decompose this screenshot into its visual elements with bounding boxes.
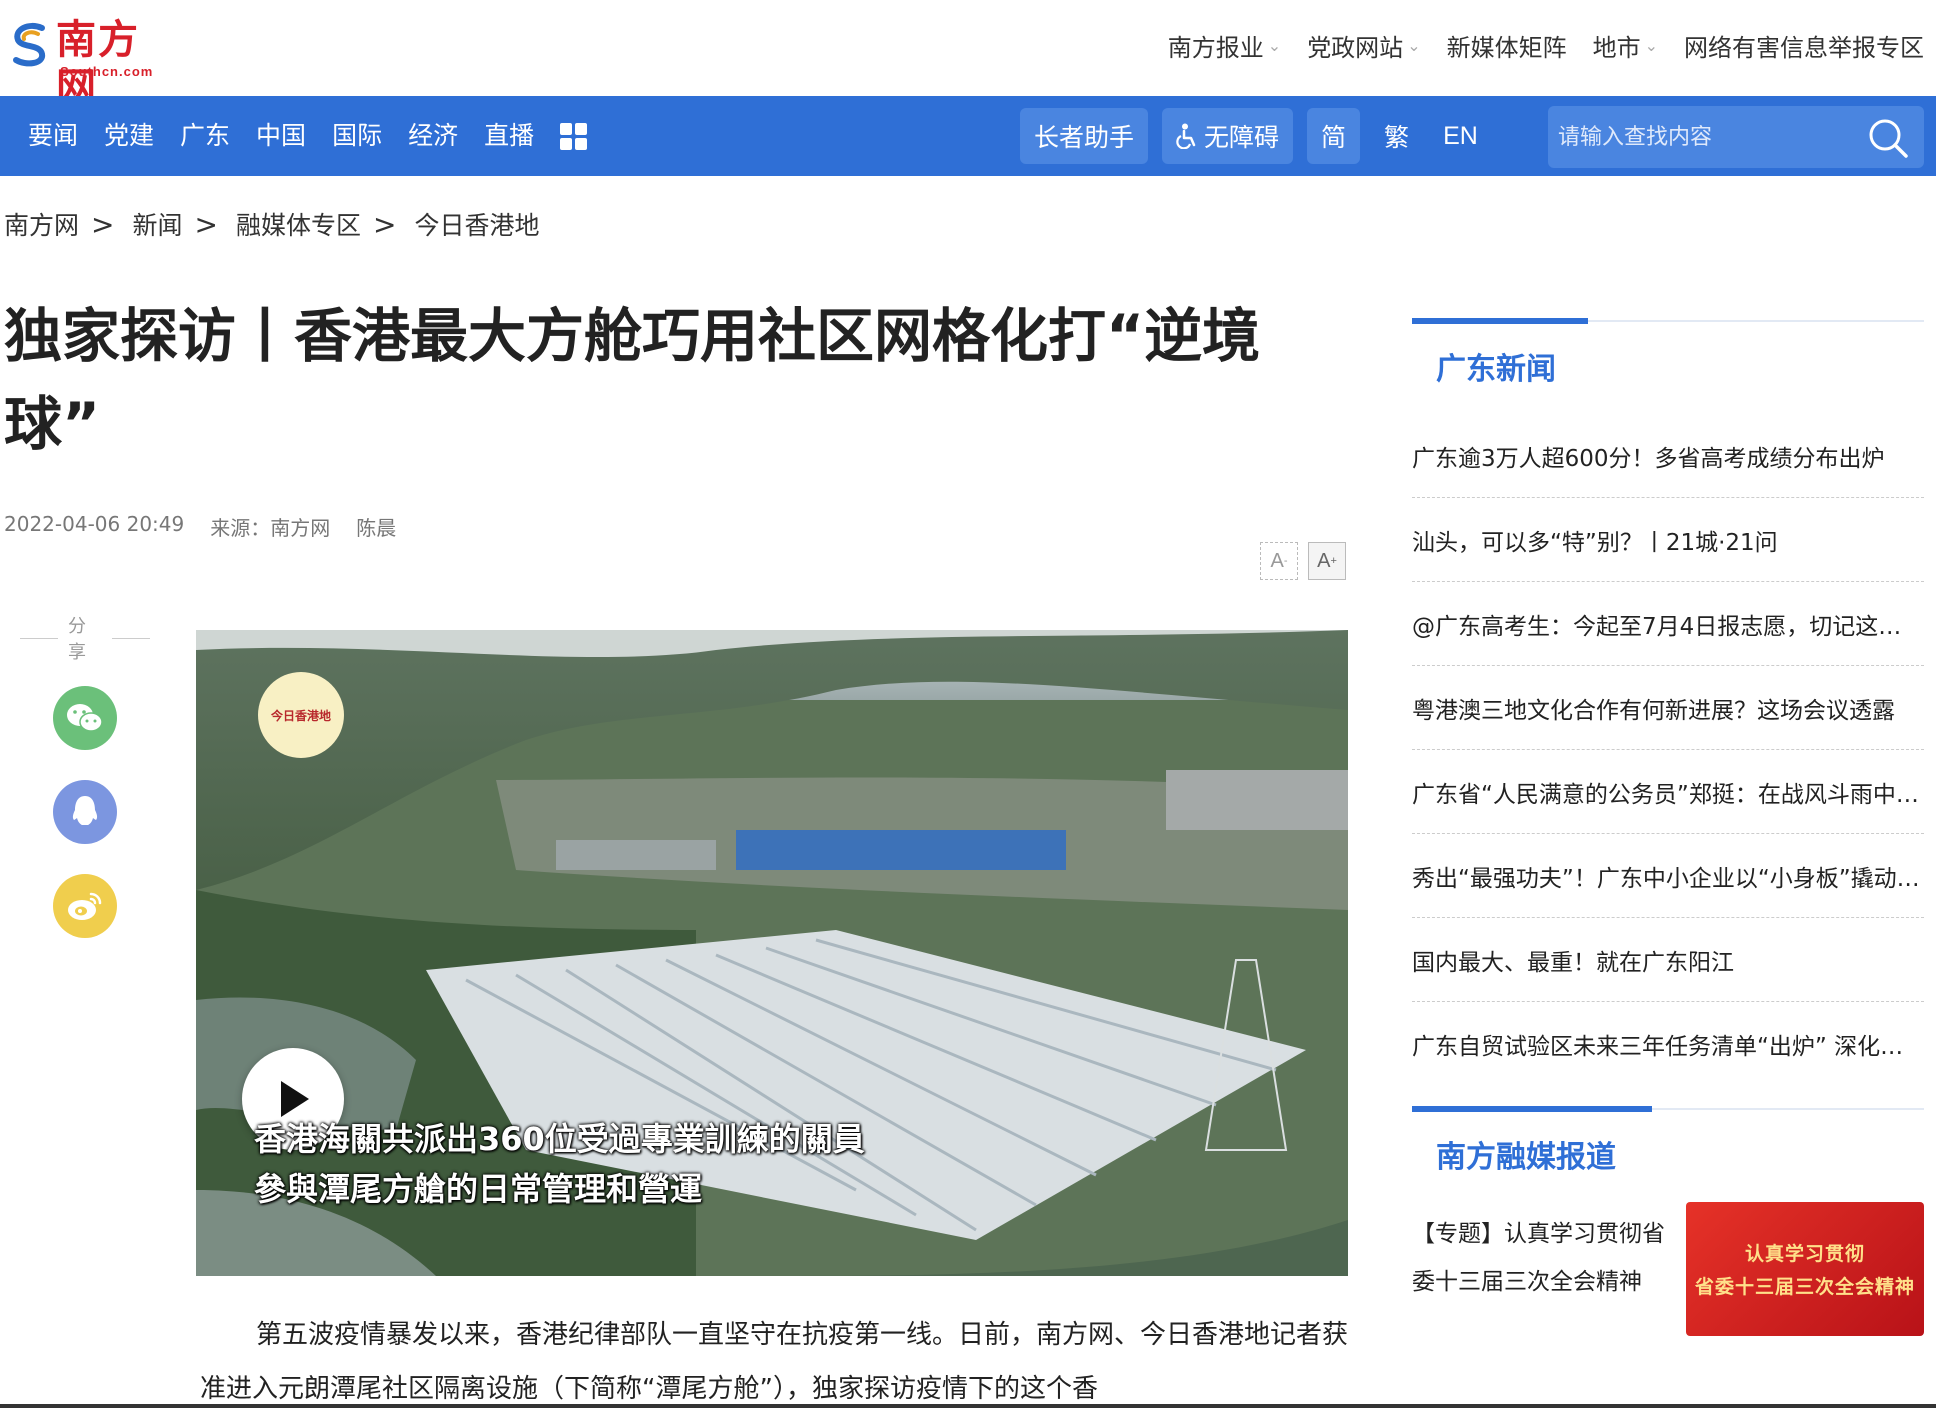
list-item[interactable]: 广东自贸试验区未来三年任务清单“出炉” 深化改革 xyxy=(1412,1002,1924,1086)
sidebar-accent-bar xyxy=(1412,318,1588,324)
list-item[interactable]: 广东逾3万人超600分！多省高考成绩分布出炉 xyxy=(1412,414,1924,498)
breadcrumb-home[interactable]: 南方网 xyxy=(4,206,79,242)
list-item[interactable]: @广东高考生：今起至7月4日报志愿，切记这些事 xyxy=(1412,582,1924,666)
southern-media-heading[interactable]: 南方融媒报道 xyxy=(1436,1132,1616,1176)
breadcrumb-separator-icon: > xyxy=(91,207,115,241)
hk-today-badge: 今日香港地 xyxy=(258,672,344,758)
share-wechat-button[interactable] xyxy=(53,686,117,750)
news-item-title: 粤港澳三地文化合作有何新进展？这场会议透露 xyxy=(1412,697,1895,724)
share-qq-button[interactable] xyxy=(53,780,117,844)
featured-topic-banner-image[interactable]: 认真学习贯彻 省委十三届三次全会精神 xyxy=(1686,1202,1924,1336)
accessibility-label: 无障碍 xyxy=(1204,123,1280,152)
nav-party-building[interactable]: 党建 xyxy=(104,96,154,176)
article-author: 陈晨 xyxy=(356,516,397,540)
font-size-controls: A- A + xyxy=(1260,542,1346,580)
guangdong-news-heading[interactable]: 广东新闻 xyxy=(1436,344,1556,388)
article-body-paragraph: 第五波疫情暴发以来，香港纪律部队一直坚守在抗疫第一线。日前，南方网、今日香港地记… xyxy=(200,1320,1349,1404)
top-nav: 南方报业 ⌄ 党政网站 ⌄ 新媒体矩阵 地市 ⌄ 网络有害信息举报专区 xyxy=(1168,28,1924,63)
nav-economy[interactable]: 经济 xyxy=(408,96,458,176)
english-button[interactable]: EN xyxy=(1433,108,1488,164)
font-increase-button[interactable]: A + xyxy=(1308,542,1346,580)
search-input[interactable] xyxy=(1548,106,1848,168)
topnav-report-harmful-info[interactable]: 网络有害信息举报专区 xyxy=(1684,28,1924,63)
hk-today-badge-text: 今日香港地 xyxy=(270,708,331,723)
chevron-down-icon: ⌄ xyxy=(1267,36,1282,55)
wechat-icon xyxy=(67,704,103,732)
accessibility-button[interactable]: 无障碍 xyxy=(1162,108,1294,164)
topnav-label: 党政网站 xyxy=(1307,34,1404,62)
news-item-title: 广东省“人民满意的公务员”郑挺：在战风斗雨中守护 xyxy=(1412,781,1924,808)
elderly-assistant-button[interactable]: 长者助手 xyxy=(1020,108,1149,164)
news-item-title: 秀出“最强功夫”！广东中小企业以“小身板”撬动大市场 xyxy=(1412,865,1924,892)
font-decrease-button[interactable]: A- xyxy=(1260,542,1298,580)
news-item-title: 广东逾3万人超600分！多省高考成绩分布出炉 xyxy=(1412,445,1885,472)
topnav-label: 地市 xyxy=(1592,34,1641,62)
list-item[interactable]: 汕头，可以多“特”别？丨21城·21问 xyxy=(1412,498,1924,582)
main-navbar: 要闻 党建 广东 中国 国际 经济 直播 长者助手 无障碍 简 繁 EN 请输入… xyxy=(0,96,1936,176)
traditional-chinese-button[interactable]: 繁 xyxy=(1374,108,1419,164)
nav-china[interactable]: 中国 xyxy=(256,96,306,176)
nav-guangdong[interactable]: 广东 xyxy=(180,96,230,176)
topnav-cities[interactable]: 地市 ⌄ xyxy=(1593,28,1658,63)
list-item[interactable]: 国内最大、最重！就在广东阳江 xyxy=(1412,918,1924,1002)
more-menu-grid-icon[interactable] xyxy=(560,122,588,150)
news-item-title: 国内最大、最重！就在广东阳江 xyxy=(1412,949,1734,976)
share-label: 分享 xyxy=(20,612,150,664)
list-item[interactable]: 秀出“最强功夫”！广东中小企业以“小身板”撬动大市场 xyxy=(1412,834,1924,918)
topnav-label: 南方报业 xyxy=(1167,34,1264,62)
logo-swirl-icon xyxy=(13,22,46,67)
banner-line2: 省委十三届三次全会精神 xyxy=(1694,1276,1915,1298)
breadcrumb-media-zone[interactable]: 融媒体专区 xyxy=(236,206,361,242)
english-label: EN xyxy=(1443,121,1478,150)
weibo-icon xyxy=(68,892,102,920)
simplified-chinese-button[interactable]: 简 xyxy=(1307,108,1361,164)
elderly-assistant-label: 长者助手 xyxy=(1034,123,1135,152)
chevron-down-icon: ⌄ xyxy=(1644,36,1658,55)
breadcrumb-hk-today[interactable]: 今日香港地 xyxy=(414,206,539,242)
topnav-label: 新媒体矩阵 xyxy=(1446,34,1567,62)
article-title: 独家探访丨香港最大方舱巧用社区网格化打“逆境球” xyxy=(4,302,1261,458)
news-item-title: @广东高考生：今起至7月4日报志愿，切记这些事 xyxy=(1412,613,1924,640)
nav-tools: 长者助手 无障碍 简 繁 EN xyxy=(1020,108,1488,164)
site-logo[interactable]: 南方网 Southcn.com xyxy=(8,14,168,111)
topnav-southern-press[interactable]: 南方报业 ⌄ xyxy=(1168,28,1281,63)
breadcrumb: 南方网 > 新闻 > 融媒体专区 > 今日香港地 xyxy=(4,206,539,242)
banner-line1: 认真学习贯彻 xyxy=(1744,1243,1865,1265)
top-header: 南方网 Southcn.com 南方报业 ⌄ 党政网站 ⌄ 新媒体矩阵 地市 ⌄… xyxy=(0,0,1936,111)
chevron-down-icon: ⌄ xyxy=(1407,36,1421,55)
nav-headlines[interactable]: 要闻 xyxy=(28,96,78,176)
wheelchair-icon xyxy=(1176,123,1196,149)
topnav-new-media[interactable]: 新媒体矩阵 xyxy=(1447,28,1567,63)
featured-topic-title[interactable]: 【专题】认真学习贯彻省委十三届三次全会精神 xyxy=(1412,1210,1672,1306)
bottom-scroll-edge xyxy=(0,1404,1936,1408)
article-date: 2022-04-06 20:49 xyxy=(4,512,185,536)
share-weibo-button[interactable] xyxy=(53,874,117,938)
news-item-title: 广东自贸试验区未来三年任务清单“出炉” 深化改革 xyxy=(1412,1034,1924,1060)
list-item[interactable]: 广东省“人民满意的公务员”郑挺：在战风斗雨中守护 xyxy=(1412,750,1924,834)
nav-live[interactable]: 直播 xyxy=(484,96,534,176)
sidebar-accent-bar xyxy=(1412,1106,1652,1112)
topnav-government-sites[interactable]: 党政网站 ⌄ xyxy=(1307,28,1420,63)
simplified-label: 简 xyxy=(1321,123,1347,152)
video-caption-line2: 參與潭尾方艙的日常管理和營運 xyxy=(254,1170,703,1208)
main-nav: 要闻 党建 广东 中国 国际 经济 直播 xyxy=(28,96,588,176)
logo-english-text: Southcn.com xyxy=(60,64,154,79)
breadcrumb-news[interactable]: 新闻 xyxy=(132,206,182,242)
news-item-title: 汕头，可以多“特”别？丨21城·21问 xyxy=(1412,529,1778,556)
article-source: 来源：南方网 xyxy=(210,516,331,540)
video-caption-line1: 香港海關共派出360位受過專業訓練的關員 xyxy=(254,1120,865,1158)
article-video-player[interactable]: 今日香港地 香港海關共派出360位受過專業訓練的關員 參與潭尾方艙的日常管理和營… xyxy=(196,630,1348,1276)
breadcrumb-separator-icon: > xyxy=(194,207,218,241)
article-meta: 2022-04-06 20:49 来源：南方网 陈晨 xyxy=(4,512,396,541)
share-panel: 分享 xyxy=(20,612,150,938)
nav-international[interactable]: 国际 xyxy=(332,96,382,176)
qq-penguin-icon xyxy=(72,796,98,825)
list-item[interactable]: 粤港澳三地文化合作有何新进展？这场会议透露 xyxy=(1412,666,1924,750)
traditional-label: 繁 xyxy=(1384,124,1410,152)
guangdong-news-list: 广东逾3万人超600分！多省高考成绩分布出炉 汕头，可以多“特”别？丨21城·2… xyxy=(1412,414,1924,1086)
topnav-label: 网络有害信息举报专区 xyxy=(1684,34,1924,62)
search-box xyxy=(1548,106,1924,168)
breadcrumb-separator-icon: > xyxy=(372,207,397,241)
search-icon[interactable] xyxy=(1866,116,1910,160)
